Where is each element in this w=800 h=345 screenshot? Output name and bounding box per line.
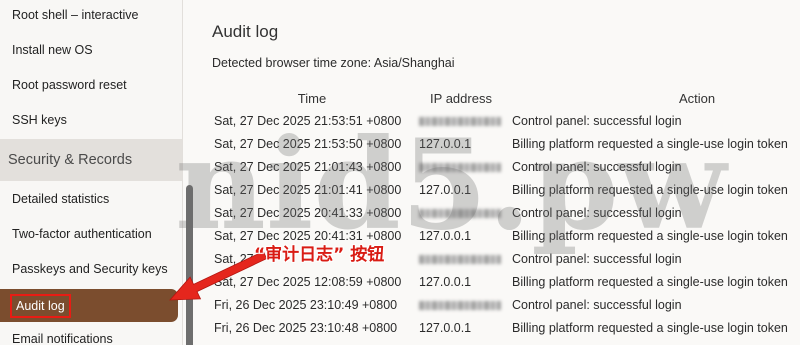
table-row: Sat, 27 Dec 2025 20:41:31 +0800 127.0.0.1… [212, 225, 798, 248]
time-cell: Sat, 27 Dec 2025 20:41:31 +0800 [214, 229, 402, 243]
time-cell: Sat, 27 Dec 2025 21:01:41 +0800 [214, 183, 402, 197]
ip-cell: 127.0.0.1 [419, 275, 472, 289]
table-row: Sat, 27 Dec 2025 21:01:43 +0800 Control p… [212, 156, 798, 179]
table-row: Fri, 26 Dec 2025 23:10:48 +0800 127.0.0.1… [212, 317, 798, 340]
action-cell: Billing platform requested a single-use … [512, 137, 788, 151]
time-cell: Sat, 27 Dec 2025 12:08:59 +0800 [214, 275, 402, 289]
ip-cell [412, 156, 510, 179]
action-cell: Control panel: successful login [512, 252, 682, 266]
column-header-action: Action [679, 91, 716, 106]
ip-redacted-blur [419, 117, 501, 127]
table-row: Sat, 27 Dec 2025 21:53:51 +0800 Control p… [212, 110, 798, 133]
action-cell: Control panel: successful login [512, 114, 682, 128]
sidebar-item-label: Passkeys and Security keys [12, 262, 168, 276]
action-cell: Control panel: successful login [512, 160, 682, 174]
ip-cell [412, 294, 510, 317]
action-cell: Control panel: successful login [512, 298, 682, 312]
time-cell: Fri, 26 Dec 2025 23:10:49 +0800 [214, 298, 398, 312]
sidebar-section-title: Security & Records [8, 152, 133, 168]
ip-cell: 127.0.0.1 [419, 229, 472, 243]
table-row: Fri, 26 Dec 2025 23:10:49 +0800 Control p… [212, 294, 798, 317]
timezone-text: Detected browser time zone: Asia/Shangha… [212, 56, 455, 70]
audit-log-table: Time IP address Action Sat, 27 Dec 2025 … [212, 88, 798, 340]
sidebar-item-passkeys[interactable]: Passkeys and Security keys [0, 252, 183, 287]
table-row: Sat, 27 Dec 2025 21:01:41 +0800 127.0.0.1… [212, 179, 798, 202]
sidebar-scrollbar[interactable] [186, 185, 193, 345]
sidebar-item-detailed-statistics[interactable]: Detailed statistics [0, 182, 183, 217]
sidebar-item-label: Two-factor authentication [12, 227, 152, 241]
time-cell: Sat, 27 Dec 2025 20:41:33 +0800 [214, 206, 402, 220]
table-row: Sat, 27 Control panel: successful login [212, 248, 798, 271]
sidebar-item-label: Detailed statistics [12, 192, 110, 206]
sidebar-item-label: SSH keys [12, 113, 67, 127]
sidebar-item-label: Email notifications [12, 332, 113, 345]
sidebar-item-two-factor-authentication[interactable]: Two-factor authentication [0, 217, 183, 252]
table-row: Sat, 27 Dec 2025 20:41:33 +0800 Control p… [212, 202, 798, 225]
sidebar-item-email-notifications[interactable]: Email notifications [0, 326, 183, 345]
sidebar-item-root-shell[interactable]: Root shell – interactive [0, 0, 183, 31]
time-cell: Sat, 27 Dec 2025 21:01:43 +0800 [214, 160, 402, 174]
sidebar-item-label: Root password reset [12, 78, 127, 92]
sidebar: Root shell – interactive Install new OS … [0, 0, 183, 345]
column-header-ip: IP address [430, 91, 492, 106]
sidebar-section-security-records[interactable]: Security & Records [0, 139, 182, 181]
ip-cell [412, 202, 510, 225]
sidebar-item-audit-log[interactable]: Audit log [0, 289, 178, 322]
ip-redacted-blur [419, 255, 501, 265]
time-cell: Fri, 26 Dec 2025 23:10:48 +0800 [214, 321, 398, 335]
ip-cell: 127.0.0.1 [419, 183, 472, 197]
annotation-highlight-box: Audit log [10, 293, 71, 318]
time-cell: Sat, 27 [214, 252, 254, 266]
time-cell: Sat, 27 Dec 2025 21:53:51 +0800 [214, 114, 402, 128]
time-cell: Sat, 27 Dec 2025 21:53:50 +0800 [214, 137, 402, 151]
ip-redacted-blur [419, 209, 501, 219]
table-row: Sat, 27 Dec 2025 21:53:50 +0800 127.0.0.1… [212, 133, 798, 156]
sidebar-item-label: Install new OS [12, 43, 93, 57]
ip-redacted-blur [419, 163, 501, 173]
ip-cell [412, 110, 510, 133]
ip-redacted-blur [419, 301, 501, 311]
sidebar-item-ssh-keys[interactable]: SSH keys [0, 103, 183, 138]
action-cell: Billing platform requested a single-use … [512, 321, 788, 335]
action-cell: Billing platform requested a single-use … [512, 275, 788, 289]
ip-cell: 127.0.0.1 [419, 321, 472, 335]
table-row: Sat, 27 Dec 2025 12:08:59 +0800 127.0.0.1… [212, 271, 798, 294]
table-header-row: Time IP address Action [212, 88, 798, 110]
page-title: Audit log [212, 22, 279, 41]
sidebar-item-install-os[interactable]: Install new OS [0, 33, 183, 68]
action-cell: Billing platform requested a single-use … [512, 229, 788, 243]
ip-cell: 127.0.0.1 [419, 137, 472, 151]
sidebar-item-root-password-reset[interactable]: Root password reset [0, 68, 183, 103]
action-cell: Control panel: successful login [512, 206, 682, 220]
action-cell: Billing platform requested a single-use … [512, 183, 788, 197]
sidebar-item-label: Root shell – interactive [12, 8, 139, 22]
ip-cell [412, 248, 510, 271]
column-header-time: Time [297, 91, 327, 106]
audit-table-body: Sat, 27 Dec 2025 21:53:51 +0800 Control p… [212, 110, 798, 340]
